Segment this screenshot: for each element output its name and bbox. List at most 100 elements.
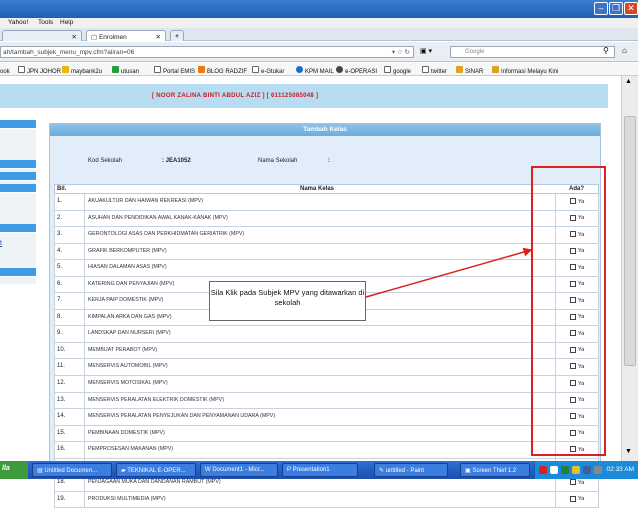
- column-divider: [84, 276, 85, 293]
- header-nama-kelas: Nama Kelas: [300, 186, 335, 192]
- minimize-button[interactable]: –: [594, 2, 608, 15]
- column-divider: [84, 243, 85, 260]
- navigation-bar: ah/tambah_subjek_menu_mpv.cfm?aliran=06 ▾…: [0, 42, 638, 62]
- blogger-icon: [198, 66, 205, 73]
- table-header: Bil. Nama Kelas Ada?: [54, 184, 599, 194]
- column-divider: [84, 376, 85, 392]
- speaker-icon[interactable]: [594, 466, 602, 474]
- bookmark-item[interactable]: SINAR: [456, 66, 483, 75]
- left-link[interactable]: t: [0, 240, 2, 247]
- row-number: 18.: [57, 479, 66, 486]
- bookmark-item[interactable]: google: [384, 66, 411, 75]
- class-name: HIASAN DALAMAN ASAS (MPV): [88, 264, 167, 271]
- table-row: 1. AKUAKULTUR DAN HAIWAN REKREASI (MPV) Ya: [54, 194, 599, 211]
- google-icon[interactable]: ▣ ▾: [420, 47, 432, 55]
- page-content: [ NOOR ZALINA BINTI ABDUL AZIZ ] [ 61112…: [0, 76, 621, 508]
- header-bil: Bil.: [57, 186, 67, 192]
- task-button[interactable]: ▰ TEKNIKAL E-OPER...: [116, 463, 196, 477]
- tray-icon[interactable]: [583, 466, 591, 474]
- page-icon: [422, 66, 429, 73]
- paint-icon: ✎: [379, 468, 386, 474]
- task-button[interactable]: ▣ Screen Thief 1.2: [460, 463, 530, 477]
- bookmark-item[interactable]: maybank2u: [62, 66, 102, 75]
- column-divider: [555, 491, 556, 508]
- column-divider: [84, 194, 85, 210]
- new-tab-button[interactable]: +: [170, 30, 184, 41]
- highlight-box: [531, 166, 606, 456]
- table-row: 19. PRODUKSI MULTIMEDIA (MPV) Ya: [54, 491, 599, 508]
- bookmark-item[interactable]: twitter: [422, 66, 447, 75]
- task-button[interactable]: W Document1 - Micr...: [200, 463, 278, 477]
- restore-button[interactable]: ❐: [609, 2, 623, 15]
- search-input[interactable]: Google: [450, 46, 615, 58]
- tab-previous[interactable]: ✕: [2, 30, 82, 41]
- menu-help[interactable]: Help: [60, 19, 73, 26]
- column-divider: [84, 210, 85, 227]
- column-divider: [84, 326, 85, 342]
- kod-sekolah-label: Kod Sekolah: [88, 158, 123, 164]
- class-name: MENSERVIS PERALATAN ELEKTRIK DOMESTIK (M…: [88, 396, 224, 403]
- tray-icon[interactable]: [572, 466, 580, 474]
- tab-bar: ✕ ▢ Enrolmen ✕ +: [0, 28, 638, 41]
- table-row: 15. PEMBINAAN DOMESTIK (MPV) Ya: [54, 425, 599, 443]
- system-tray: 02:33 AM: [534, 461, 638, 479]
- bookmark-item[interactable]: BLOG RADZIF: [198, 66, 247, 75]
- clock: 02:33 AM: [606, 466, 634, 473]
- bookmark-item[interactable]: e-Gtukar: [252, 66, 284, 75]
- scroll-thumb[interactable]: [624, 116, 636, 366]
- vertical-scrollbar[interactable]: ▲ ▼: [621, 76, 638, 461]
- menu-yahoo[interactable]: Yahoo!: [8, 19, 28, 26]
- row-number: 2.: [57, 214, 63, 221]
- kod-sekolah-value: : JEA1052: [162, 158, 191, 164]
- task-button[interactable]: P Presentation1: [282, 463, 358, 477]
- left-menu-item[interactable]: [0, 224, 36, 233]
- instruction-callout: Sila Klik pada Subjek MPV yang ditawarka…: [209, 281, 366, 321]
- table-row: 9. LANDSKAP DAN NURSERI (MPV) Ya: [54, 326, 599, 343]
- left-menu-item[interactable]: [0, 268, 36, 277]
- left-menu-item[interactable]: [0, 172, 36, 181]
- task-button[interactable]: ✎ untitled - Paint: [374, 463, 448, 477]
- tab-enrolmen[interactable]: ▢ Enrolmen ✕: [86, 30, 166, 41]
- task-button[interactable]: ▤ Untitled Documen...: [32, 463, 112, 477]
- home-icon[interactable]: ⌂: [622, 46, 627, 55]
- row-number: 19.: [57, 495, 66, 502]
- bookmark-item[interactable]: Informasi Melayu Kini: [492, 66, 558, 75]
- menu-tools[interactable]: Tools: [38, 19, 53, 26]
- tray-icon[interactable]: [561, 466, 569, 474]
- scroll-down-icon[interactable]: ▼: [625, 448, 632, 455]
- folder-icon: [492, 66, 499, 73]
- left-menu-item[interactable]: [0, 160, 36, 169]
- tab-close-icon[interactable]: ✕: [72, 33, 77, 41]
- left-menu-item[interactable]: [0, 184, 36, 193]
- class-name: MENSERVIS PERALATAN PENYEJUKAN DAN PENYA…: [88, 413, 276, 420]
- menu-bar: Yahoo! Tools Help: [0, 18, 638, 28]
- class-name: MENSERVIS MOTOSIKAL (MPV): [88, 380, 168, 387]
- ada-checkbox[interactable]: [570, 479, 576, 486]
- row-number: 14.: [57, 413, 66, 420]
- start-button[interactable]: lla: [0, 461, 28, 479]
- column-divider: [84, 359, 85, 376]
- row-number: 12.: [57, 380, 66, 387]
- search-icon[interactable]: ⚲: [603, 46, 609, 55]
- page-icon: [154, 66, 161, 73]
- bookmark-item[interactable]: Portal EMIS: [154, 66, 195, 75]
- row-number: 1.: [57, 198, 63, 204]
- bookmark-item[interactable]: JPN JOHOR: [18, 66, 61, 75]
- table-row: 11. MENSERVIS AUTOMOBIL (MPV) Ya: [54, 359, 599, 377]
- row-number: 6.: [57, 280, 63, 287]
- table-row: 10. MEMBUAT PERABOT (MPV) Ya: [54, 342, 599, 360]
- reload-icon[interactable]: ▾ ☆ ↻: [392, 48, 410, 56]
- tray-icon[interactable]: [539, 466, 547, 474]
- ada-checkbox[interactable]: [570, 495, 576, 502]
- bookmark-item[interactable]: KPM MAIL: [296, 66, 334, 75]
- table-row: 3. GERONTOLOGI ASAS DAN PERKHIDMATAN GERI…: [54, 227, 599, 244]
- scroll-up-icon[interactable]: ▲: [625, 78, 632, 85]
- tray-icon[interactable]: [550, 466, 558, 474]
- bookmark-item[interactable]: e-OPERASI: [336, 66, 377, 75]
- tab-close-icon[interactable]: ✕: [156, 33, 161, 41]
- bookmark-item[interactable]: utusan: [112, 66, 139, 75]
- url-input[interactable]: ah/tambah_subjek_menu_mpv.cfm?aliran=06 ▾…: [0, 46, 414, 58]
- class-name: KIMPALAN ARKA DAN GAS (MPV): [88, 313, 172, 320]
- left-menu-item[interactable]: [0, 120, 36, 129]
- close-button[interactable]: ✕: [624, 2, 638, 15]
